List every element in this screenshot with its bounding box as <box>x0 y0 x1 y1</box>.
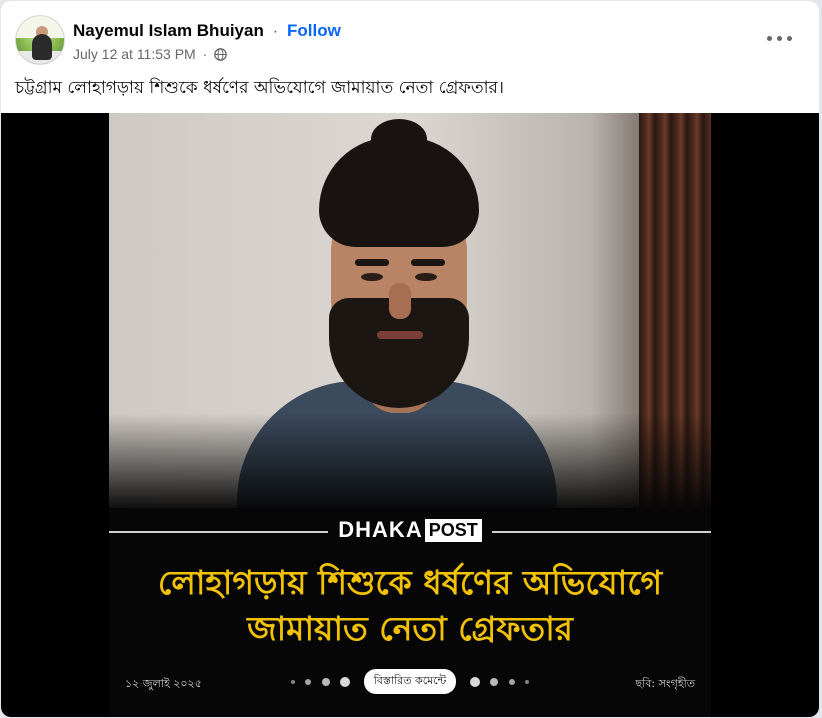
post-header: Nayemul Islam Bhuiyan · Follow July 12 a… <box>15 15 805 67</box>
more-options-icon[interactable] <box>767 31 793 45</box>
post-caption: চট্টগ্রাম লোহাগড়ায় শিশুকে ধর্ষণের অভিয… <box>15 78 504 98</box>
brand-logo: DHAKA POST <box>109 517 711 543</box>
globe-icon[interactable] <box>214 48 227 61</box>
meta-separator: · <box>202 46 208 62</box>
post-image[interactable]: DHAKA POST লোহাগড়ায় শিশুকে ধর্ষণের অভিয… <box>1 113 819 717</box>
post-meta: July 12 at 11:53 PM · <box>73 46 227 62</box>
brand-primary: DHAKA <box>338 517 423 542</box>
author-name[interactable]: Nayemul Islam Bhuiyan <box>73 21 264 40</box>
details-pill: বিস্তারিত কমেন্টে <box>363 669 457 694</box>
brand-secondary: POST <box>424 519 482 542</box>
name-separator: · <box>272 21 279 40</box>
post-card: Nayemul Islam Bhuiyan · Follow July 12 a… <box>1 1 819 717</box>
follow-button[interactable]: Follow <box>287 21 341 40</box>
poster-pager: বিস্তারিত কমেন্টে <box>109 669 711 694</box>
headline-line-2: জামায়াত নেতা গ্রেফতার <box>247 609 573 648</box>
news-photo <box>109 113 711 508</box>
post-timestamp[interactable]: July 12 at 11:53 PM <box>73 46 196 62</box>
photo-credit: ছবি: সংগৃহীত <box>635 677 695 690</box>
author-avatar[interactable] <box>15 15 65 65</box>
news-poster: DHAKA POST লোহাগড়ায় শিশুকে ধর্ষণের অভিয… <box>109 113 711 717</box>
author-line: Nayemul Islam Bhuiyan · Follow <box>73 21 341 41</box>
